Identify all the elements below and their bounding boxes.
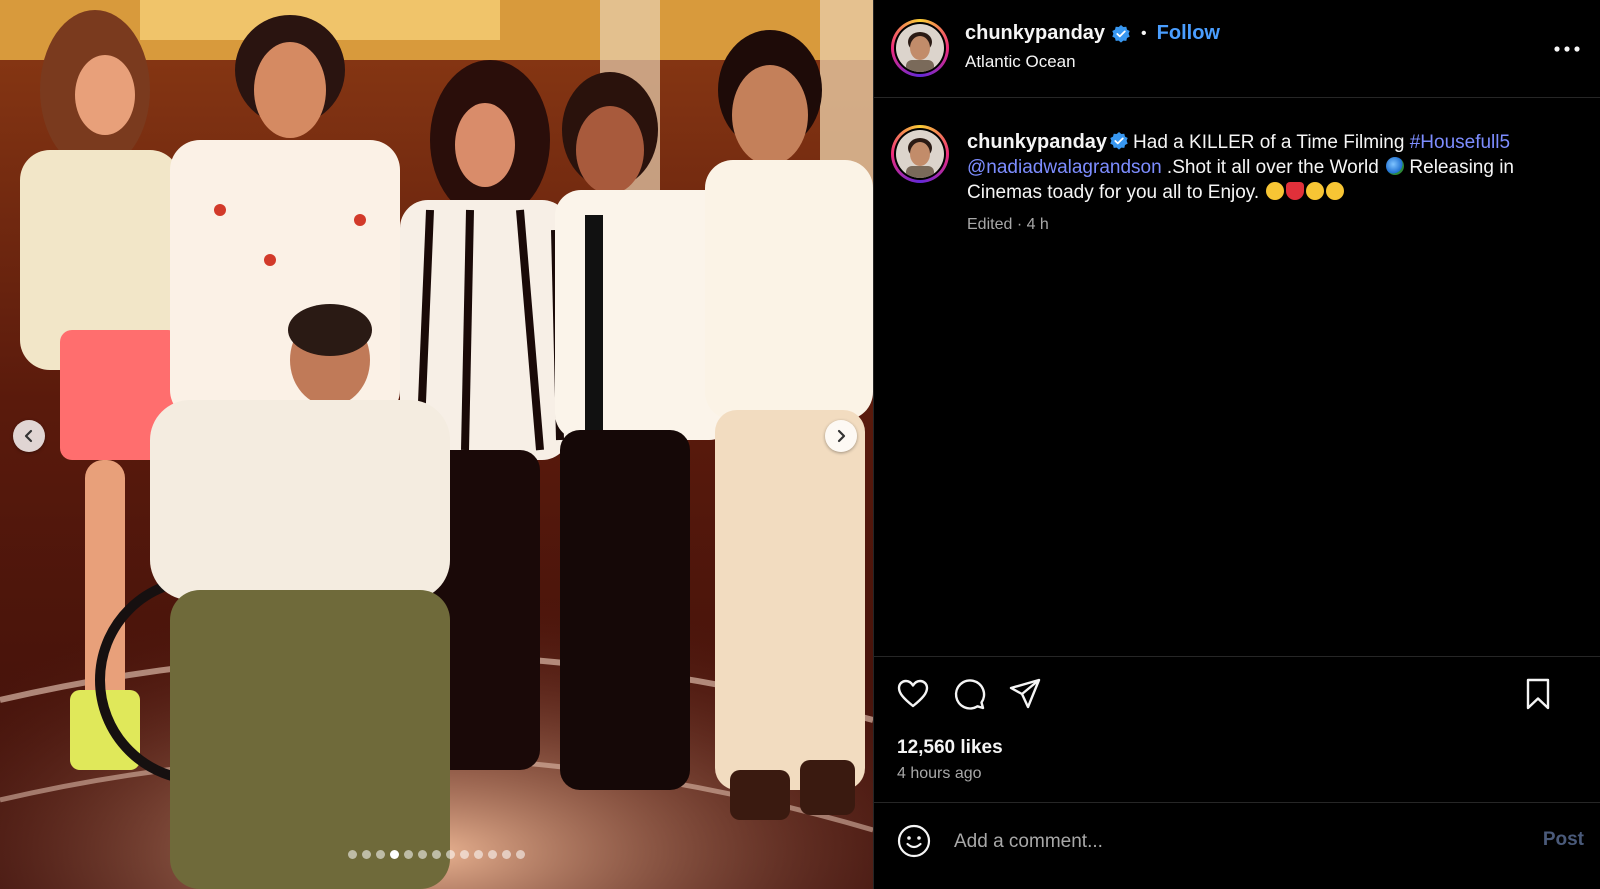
- caption-meta: Edited · 4 h: [967, 216, 1049, 233]
- post-actions: 12,560 likes 4 hours ago: [874, 656, 1600, 802]
- carousel-dot: [460, 850, 469, 859]
- post-caption: chunkypanday Had a KILLER of a Time Film…: [967, 130, 1557, 205]
- instagram-post-view: chunkypanday • Follow Atlantic Ocean chu…: [0, 0, 1600, 889]
- carousel-dot: [502, 850, 511, 859]
- chevron-right-icon: [837, 429, 846, 443]
- globe-emoji-icon: [1386, 157, 1405, 175]
- heart-icon[interactable]: [896, 677, 930, 711]
- sunglasses-emoji-icon: [1266, 182, 1285, 200]
- carousel-dot: [362, 850, 371, 859]
- author-username[interactable]: chunkypanday: [965, 22, 1105, 45]
- post-photo-carousel[interactable]: [0, 0, 873, 889]
- comment-input[interactable]: [952, 825, 1476, 859]
- carousel-dot: [474, 850, 483, 859]
- carousel-dot: [488, 850, 497, 859]
- carousel-dot: [446, 850, 455, 859]
- separator-dot: •: [1141, 24, 1147, 42]
- author-avatar[interactable]: [891, 19, 949, 77]
- comment-composer: Post: [874, 802, 1600, 889]
- post-timestamp[interactable]: 4 hours ago: [897, 765, 982, 783]
- carousel-dot: [432, 850, 441, 859]
- laughing-emoji-icon: [1326, 182, 1345, 200]
- caption-username[interactable]: chunkypanday: [967, 131, 1107, 153]
- carousel-dot: [516, 850, 525, 859]
- post-photo: [0, 0, 873, 889]
- carousel-dot: [348, 850, 357, 859]
- more-options-icon: [1554, 46, 1580, 52]
- heart-emoji-icon: [1286, 182, 1305, 200]
- avatar-image: [896, 130, 944, 178]
- chevron-left-icon: [24, 429, 33, 443]
- carousel-dot: [418, 850, 427, 859]
- hashtag-link[interactable]: #Housefull5: [1410, 132, 1510, 153]
- likes-count[interactable]: 12,560 likes: [897, 737, 1003, 759]
- post-details-panel: chunkypanday • Follow Atlantic Ocean chu…: [873, 0, 1600, 889]
- carousel-dot: [390, 850, 399, 859]
- post-comment-button[interactable]: Post: [1543, 829, 1584, 851]
- comment-icon[interactable]: [952, 677, 986, 711]
- carousel-dot: [376, 850, 385, 859]
- bookmark-icon[interactable]: [1521, 677, 1555, 711]
- carousel-dot: [404, 850, 413, 859]
- caption-text: .Shot it all over the World: [1161, 157, 1385, 178]
- carousel-indicator: [0, 850, 873, 859]
- share-icon[interactable]: [1008, 677, 1042, 711]
- follow-button[interactable]: Follow: [1157, 22, 1220, 45]
- caption-author-avatar[interactable]: [891, 125, 949, 183]
- post-location[interactable]: Atlantic Ocean: [965, 52, 1076, 72]
- post-header: chunkypanday • Follow Atlantic Ocean: [874, 0, 1600, 98]
- hugging-emoji-icon: [1306, 182, 1325, 200]
- mention-link[interactable]: @nadiadwalagrandson: [967, 157, 1162, 178]
- more-options-button[interactable]: [1554, 36, 1580, 62]
- caption-section: chunkypanday Had a KILLER of a Time Film…: [874, 98, 1600, 656]
- next-slide-button[interactable]: [825, 420, 857, 452]
- verified-badge-icon: [1112, 24, 1130, 43]
- avatar-image: [896, 24, 944, 72]
- smiley-icon[interactable]: [896, 823, 932, 859]
- verified-badge-icon: [1110, 132, 1128, 150]
- previous-slide-button[interactable]: [13, 420, 45, 452]
- caption-text: Had a KILLER of a Time Filming: [1133, 132, 1410, 153]
